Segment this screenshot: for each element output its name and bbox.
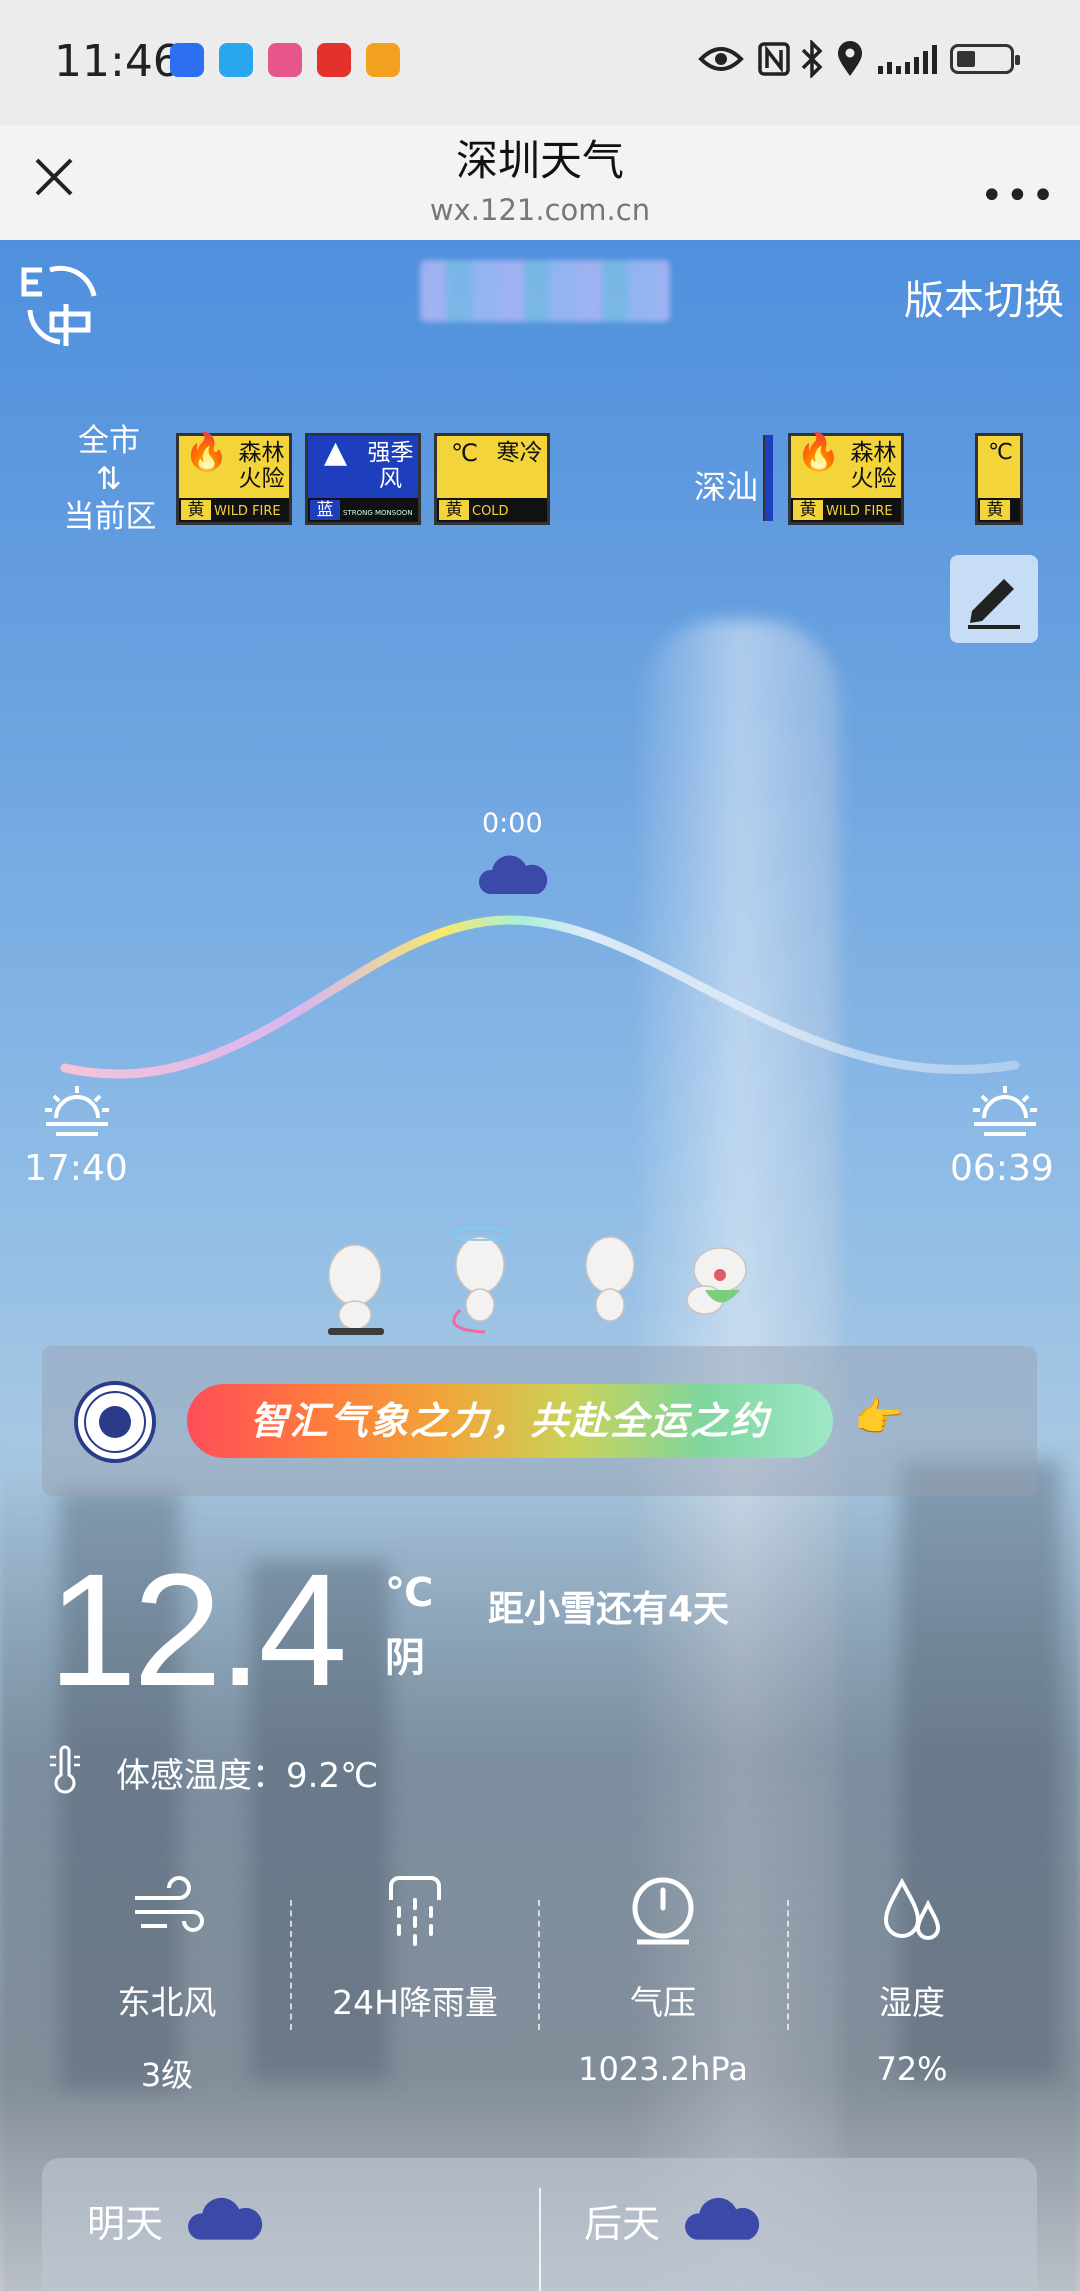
alert-badge-monsoon[interactable]: ▲ 强季风 蓝 STRONG MONSOON — [305, 433, 421, 525]
browser-title-bar: 深圳天气 wx.121.com.cn ••• — [0, 125, 1080, 240]
alert-en: COLD — [472, 504, 509, 519]
fire-icon: 🔥 — [184, 432, 229, 473]
forecast-day-after-label[interactable]: 后天 — [584, 2193, 660, 2248]
cloud-icon — [188, 2197, 263, 2240]
location-name-blurred — [420, 260, 670, 322]
humidity-icon — [883, 1877, 941, 1940]
bluetooth-icon — [801, 40, 823, 78]
alert-level: 蓝 — [310, 500, 340, 520]
chat-app-icon — [219, 43, 253, 77]
bilibili-app-icon — [268, 43, 302, 77]
pencil-icon — [968, 579, 1020, 629]
cloud-icon — [685, 2197, 760, 2240]
forecast-card: 明天 后天 — [42, 2158, 1037, 2291]
stat-label: 24H降雨量 — [332, 1983, 498, 2022]
mascot-illustration[interactable] — [310, 1220, 770, 1340]
signal-icon — [878, 45, 937, 74]
alert-type: 强季风 — [367, 440, 414, 492]
alert-en: WILD FIRE — [826, 504, 893, 519]
alert-badge-cold-partial[interactable]: ℃ 黄 — [975, 433, 1023, 525]
alert-badge-cold[interactable]: ℃ 寒冷 黄 COLD — [434, 433, 550, 525]
alert-level: 黄 — [980, 500, 1010, 520]
nfc-icon — [758, 42, 790, 76]
thermometer-down-icon: ℃ — [451, 439, 478, 467]
edit-button[interactable] — [950, 555, 1038, 643]
district-label: 当前区 — [63, 499, 157, 535]
notes-app-icon — [366, 43, 400, 77]
event-banner[interactable]: 智汇气象之力，共赴全运之约 👉 — [42, 1346, 1037, 1496]
swap-arrows-icon: ⇅ — [96, 461, 122, 497]
alert-badge-wildfire[interactable]: 🔥 森林火险 黄 WILD FIRE — [176, 433, 292, 525]
status-time: 11:46 — [54, 36, 181, 87]
feels-like-temperature: 体感温度：9.2℃ — [116, 1756, 379, 1796]
banner-slogan: 智汇气象之力，共赴全运之约 — [187, 1384, 833, 1458]
sunset-time: 17:40 — [24, 1148, 128, 1189]
solar-term-countdown: 距小雪还有4天 — [488, 1589, 730, 1630]
stat-value: 1023.2hPa — [578, 2050, 748, 2088]
weather-condition: 阴 — [385, 1635, 425, 1681]
alert-type: 寒冷 — [496, 440, 543, 466]
status-bar: 11:46 — [0, 0, 1080, 125]
alert-level: 黄 — [793, 500, 823, 520]
eye-icon — [698, 47, 744, 71]
alert-type: 森林火险 — [238, 440, 285, 492]
battery-icon — [950, 44, 1020, 74]
thermometer-icon — [50, 1745, 80, 1794]
sunrise-icon — [973, 1086, 1037, 1136]
city-district-toggle[interactable]: 全市 ⇅ 当前区 — [54, 422, 164, 536]
video-app-icon — [317, 43, 351, 77]
forecast-tomorrow-label[interactable]: 明天 — [87, 2193, 163, 2248]
cloud-icon — [478, 855, 548, 894]
stat-label: 气压 — [630, 1983, 696, 2022]
shenshan-label: 深汕 — [694, 468, 759, 506]
sunrise-time: 06:39 — [950, 1148, 1054, 1189]
version-switch-button[interactable]: 版本切换 — [904, 268, 1064, 326]
language-switch-icon[interactable] — [16, 260, 106, 350]
stat-rainfall[interactable]: 24H降雨量 — [290, 1870, 540, 2050]
voice-app-icon — [170, 43, 204, 77]
location-icon — [838, 41, 862, 76]
stat-value: 72% — [876, 2050, 948, 2088]
current-temperature: 12.4 — [48, 1540, 347, 1719]
alert-type: 森林火险 — [850, 440, 897, 492]
wind-icon — [135, 1876, 204, 1932]
alert-level: 黄 — [439, 500, 469, 520]
stat-pressure[interactable]: 气压 1023.2hPa — [538, 1870, 788, 2088]
alert-badge-partial — [763, 435, 773, 521]
pointing-hand-icon: 👉 — [854, 1395, 904, 1441]
sun-path-curve — [60, 915, 1020, 1079]
pressure-gauge-icon — [632, 1877, 694, 1945]
stat-label: 东北风 — [117, 1983, 217, 2022]
fire-icon: 🔥 — [796, 432, 841, 473]
rain-icon — [389, 1876, 441, 1946]
weather-main: 版本切换 全市 ⇅ 当前区 🔥 森林火险 黄 WILD FIRE ▲ 强季风 蓝S… — [0, 240, 1080, 2291]
sunset-icon — [45, 1086, 109, 1136]
alert-en: STRONG MONSOON — [343, 509, 413, 517]
page-title: 深圳天气 — [455, 136, 624, 185]
city-label: 全市 — [78, 423, 140, 459]
alert-en: WILD FIRE — [214, 504, 281, 519]
stat-wind[interactable]: 东北风 3级 — [42, 1870, 292, 2096]
stat-humidity[interactable]: 湿度 72% — [787, 1870, 1037, 2088]
temperature-unit: ℃ — [385, 1570, 434, 1616]
forecast-divider — [539, 2188, 541, 2291]
more-menu-icon[interactable]: ••• — [980, 173, 1057, 219]
alert-badge-wildfire-shenshan[interactable]: 🔥 森林火险 黄 WILD FIRE — [788, 433, 904, 525]
page-url: wx.121.com.cn — [429, 193, 651, 227]
thermometer-down-icon: ℃ — [988, 440, 1013, 465]
flag-icon: ▲ — [323, 435, 348, 470]
stat-label: 湿度 — [879, 1983, 945, 2022]
alert-level: 黄 — [181, 500, 211, 520]
meteorology-seal-logo — [74, 1381, 156, 1463]
stat-value: 3级 — [140, 2056, 194, 2094]
